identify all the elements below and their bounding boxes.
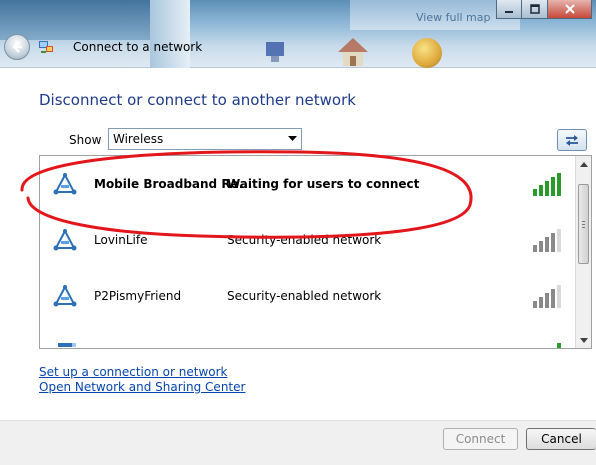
dialog-content: Disconnect or connect to another network… bbox=[0, 69, 596, 420]
background-globe-icon bbox=[412, 38, 442, 68]
network-row-partial[interactable] bbox=[40, 325, 577, 348]
network-list: Mobile Broadband Re... Waiting for users… bbox=[39, 155, 592, 349]
maximize-icon bbox=[529, 4, 540, 14]
wireless-network-icon bbox=[53, 172, 77, 195]
page-heading: Disconnect or connect to another network bbox=[39, 91, 356, 109]
cancel-button[interactable]: Cancel bbox=[526, 428, 596, 450]
close-icon bbox=[564, 4, 575, 14]
network-status: Waiting for users to connect bbox=[227, 177, 420, 191]
signal-strength-icon bbox=[533, 285, 561, 308]
scroll-down-button[interactable] bbox=[576, 332, 591, 348]
signal-strength-icon bbox=[533, 229, 561, 252]
setup-connection-link[interactable]: Set up a connection or network bbox=[39, 365, 227, 379]
network-name: LovinLife bbox=[94, 233, 148, 247]
network-status: Security-enabled network bbox=[227, 233, 382, 247]
network-name: P2PismyFriend bbox=[94, 289, 182, 303]
scroll-up-button[interactable] bbox=[576, 156, 591, 172]
chevron-up-icon bbox=[580, 161, 588, 167]
background-house-icon bbox=[338, 38, 368, 66]
list-scrollbar[interactable] bbox=[575, 156, 591, 348]
network-row-mobile-broadband[interactable]: Mobile Broadband Re... Waiting for users… bbox=[40, 157, 577, 213]
dialog-footer: Connect Cancel bbox=[0, 420, 596, 465]
show-filter-value: Wireless bbox=[113, 132, 164, 146]
chevron-down-icon bbox=[580, 337, 588, 343]
scroll-thumb[interactable] bbox=[578, 184, 589, 264]
network-wizard-icon bbox=[39, 41, 53, 53]
caption-buttons bbox=[496, 0, 592, 20]
arrow-left-icon bbox=[12, 41, 22, 53]
title-bar: View full map Connect to a network bbox=[0, 0, 596, 68]
wireless-network-icon bbox=[58, 343, 76, 347]
window-title: Connect to a network bbox=[73, 40, 203, 54]
signal-strength-icon bbox=[557, 343, 561, 348]
signal-strength-icon bbox=[533, 173, 561, 196]
background-window-blur bbox=[150, 0, 190, 68]
close-button[interactable] bbox=[548, 0, 592, 19]
connect-button[interactable]: Connect bbox=[443, 428, 518, 450]
background-network-icon bbox=[266, 42, 284, 62]
show-filter-dropdown[interactable]: Wireless bbox=[108, 128, 302, 150]
network-sharing-center-link[interactable]: Open Network and Sharing Center bbox=[39, 380, 245, 394]
show-label: Show bbox=[69, 133, 102, 147]
wireless-network-icon bbox=[53, 284, 77, 307]
minimize-icon bbox=[505, 11, 513, 13]
background-window-blur bbox=[0, 0, 150, 40]
network-status: Security-enabled network bbox=[227, 289, 382, 303]
background-view-full-map-link: View full map bbox=[416, 11, 491, 24]
refresh-button[interactable] bbox=[557, 129, 587, 151]
minimize-button[interactable] bbox=[496, 0, 522, 19]
back-button[interactable] bbox=[4, 34, 30, 60]
maximize-button[interactable] bbox=[522, 0, 548, 19]
wireless-network-icon bbox=[53, 228, 77, 251]
dropdown-arrow-icon bbox=[283, 129, 301, 149]
network-row-p2pismyfriend[interactable]: P2PismyFriend Security-enabled network bbox=[40, 269, 577, 325]
refresh-icon bbox=[566, 135, 578, 146]
network-row-lovinlife[interactable]: LovinLife Security-enabled network bbox=[40, 213, 577, 269]
